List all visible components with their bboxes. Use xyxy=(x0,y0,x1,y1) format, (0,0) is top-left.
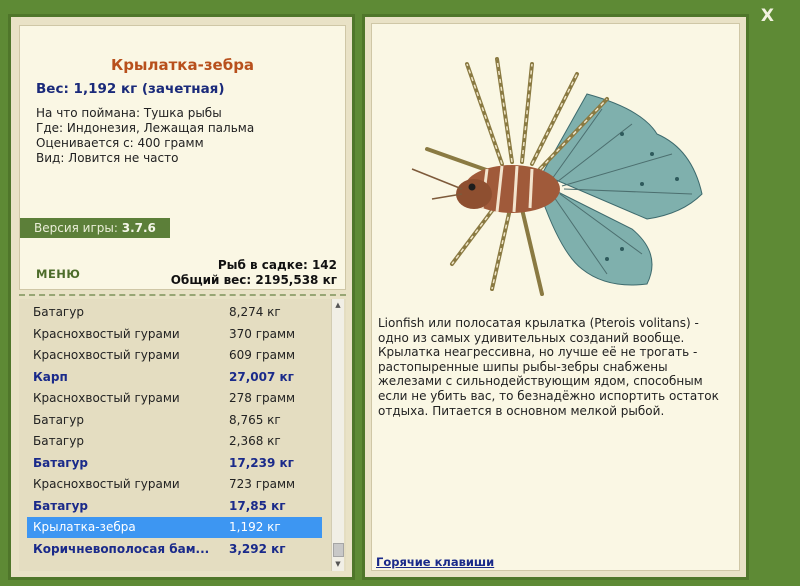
list-item-name: Батагур xyxy=(33,498,88,513)
list-item-weight: 609 грамм xyxy=(229,348,296,362)
list-item-weight: 370 грамм xyxy=(229,326,296,341)
list-item-name: Карп xyxy=(33,369,68,384)
catch-list[interactable]: Батагур 8,274 кг Краснохвостый гурами 37… xyxy=(19,299,346,571)
fish-count: Рыб в садке: 142 xyxy=(217,258,337,272)
total-weight: Общий вес: 2195,538 кг xyxy=(170,273,337,287)
list-item-name: Батагур xyxy=(33,305,84,319)
list-item[interactable]: Карп 27,007 кг xyxy=(27,367,322,388)
cage-stats: Рыб в садке: 142 Общий вес: 2195,538 кг xyxy=(171,258,337,288)
hotkeys-link[interactable]: Горячие клавиши xyxy=(376,555,494,569)
fish-description-panel: Lionfish или полосатая крылатка (Pterois… xyxy=(362,14,749,580)
list-item-weight: 8,765 кг xyxy=(229,412,281,427)
list-item-weight: 8,274 кг xyxy=(229,305,281,319)
list-item[interactable]: Краснохвостый гурами 609 грамм xyxy=(27,345,322,366)
close-button[interactable]: X xyxy=(761,6,774,26)
lionfish-image xyxy=(411,57,703,296)
list-item-name: Батагур xyxy=(33,434,84,448)
list-scrollbar[interactable]: ▲ ▼ xyxy=(331,299,344,571)
scroll-up-icon[interactable]: ▲ xyxy=(332,299,344,311)
list-item-weight: 3,292 кг xyxy=(229,541,286,556)
list-item-name: Краснохвостый гурами xyxy=(33,391,180,405)
list-item-name: Краснохвостый гурами xyxy=(33,348,180,362)
list-item[interactable]: Батагур 8,274 кг xyxy=(27,302,322,323)
list-item-weight: 723 грамм xyxy=(229,477,296,491)
scroll-thumb[interactable] xyxy=(333,543,344,557)
list-item[interactable]: Краснохвостый гурами 723 грамм xyxy=(27,474,322,495)
fish-name-title: Крылатка-зебра xyxy=(110,56,255,74)
list-item-name: Краснохвостый гурами xyxy=(33,477,180,491)
list-item-weight: 278 грамм xyxy=(229,391,296,405)
list-item[interactable]: Краснохвостый гурами 278 грамм xyxy=(27,388,322,409)
list-item-weight: 1,192 кг xyxy=(229,520,281,534)
list-item[interactable]: Краснохвостый гурами 370 грамм xyxy=(27,324,322,345)
game-version-bar: Версия игры: 3.7.6 xyxy=(20,218,170,238)
list-item-selected[interactable]: Крылатка-зебра 1,192 кг xyxy=(27,517,322,538)
description-card: Lionfish или полосатая крылатка (Pterois… xyxy=(371,23,740,571)
list-item[interactable]: Батагур 2,368 кг xyxy=(27,431,322,452)
list-item-name: Крылатка-зебра xyxy=(33,520,136,534)
list-item-weight: 17,239 кг xyxy=(229,455,294,470)
list-item[interactable]: Батагур 17,239 кг xyxy=(27,453,322,474)
caught-on-line: На что поймана: Тушка рыбы xyxy=(36,106,222,120)
fish-description: Lionfish или полосатая крылатка (Pterois… xyxy=(378,316,719,418)
valued-from-line: Оценивается с: 400 грамм xyxy=(36,136,204,150)
list-item-name: Краснохвостый гурами xyxy=(33,326,180,341)
version-value: 3.7.6 xyxy=(121,221,156,235)
list-item-name: Батагур xyxy=(33,412,84,427)
list-item-weight: 2,368 кг xyxy=(229,434,281,448)
list-item-weight: 27,007 кг xyxy=(229,369,294,384)
menu-button[interactable]: МЕНЮ xyxy=(36,267,80,281)
location-line: Где: Индонезия, Лежащая пальма xyxy=(36,121,255,135)
scroll-down-icon[interactable]: ▼ xyxy=(332,558,344,570)
fish-info-panel: Крылатка-зебра Вес: 1,192 кг (зачетная) … xyxy=(8,14,355,580)
dashed-divider xyxy=(19,294,346,296)
list-item-name: Батагур xyxy=(33,455,88,470)
list-item[interactable]: Батагур 8,765 кг xyxy=(27,410,322,431)
list-item-weight: 17,85 кг xyxy=(229,498,286,513)
list-item-name: Коричневополосая бам... xyxy=(33,541,210,556)
species-rarity-line: Вид: Ловится не часто xyxy=(36,151,179,165)
list-item[interactable]: Коричневополосая бам... 3,292 кг xyxy=(27,539,322,560)
fish-details-card: Крылатка-зебра Вес: 1,192 кг (зачетная) … xyxy=(19,25,346,290)
fish-weight-line: Вес: 1,192 кг (зачетная) xyxy=(36,81,225,97)
version-label: Версия игры: xyxy=(34,221,118,235)
list-item[interactable]: Батагур 17,85 кг xyxy=(27,496,322,517)
